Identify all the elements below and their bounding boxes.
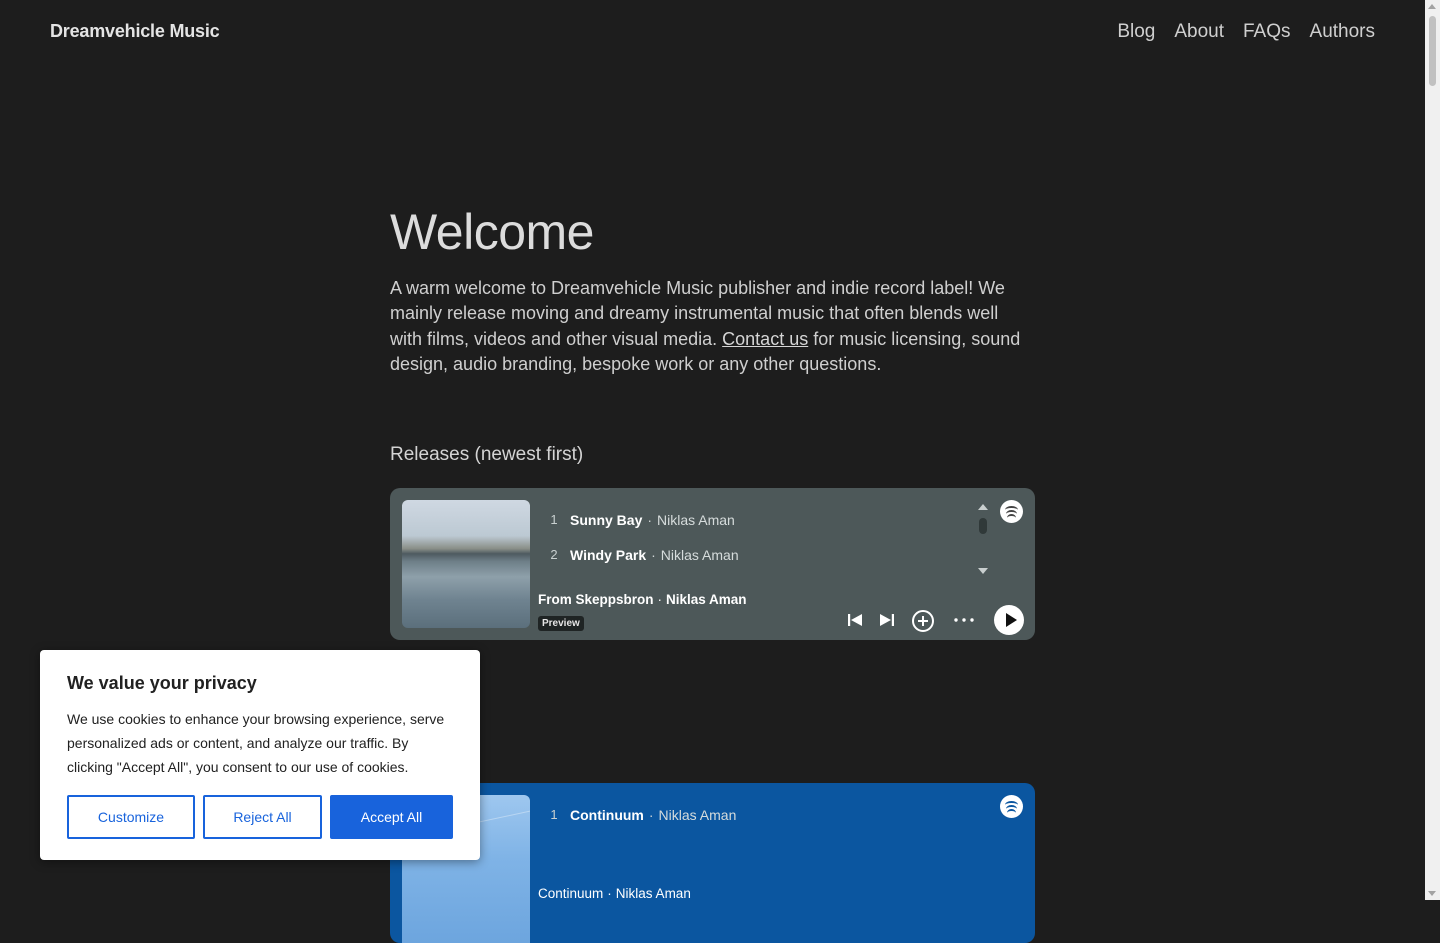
album-separator: · (657, 592, 663, 607)
tracklist-scrollbar-thumb[interactable] (979, 518, 987, 534)
more-horizontal-icon[interactable] (953, 611, 975, 629)
customize-button[interactable]: Customize (67, 795, 195, 839)
spotify-embed-player: 1 Sunny Bay · Niklas Aman 2 Windy Park ·… (390, 488, 1035, 640)
site-header: Dreamvehicle Music Blog About FAQs Autho… (0, 0, 1425, 66)
add-circle-icon[interactable] (911, 609, 935, 633)
track-row[interactable]: 2 Windy Park · Niklas Aman (538, 537, 978, 572)
intro-paragraph: A warm welcome to Dreamvehicle Music pub… (390, 276, 1035, 378)
track-row[interactable]: 1 Sunny Bay · Niklas Aman (538, 502, 978, 537)
track-row[interactable]: 1 Continuum · Niklas Aman (538, 797, 978, 832)
album-info: Continuum · Niklas Aman (538, 886, 691, 901)
album-title[interactable]: Continuum (538, 886, 603, 901)
track-separator: · (647, 511, 653, 528)
album-title[interactable]: From Skeppsbron (538, 592, 654, 607)
track-artist[interactable]: Niklas Aman (659, 807, 737, 823)
album-cover-image[interactable] (402, 500, 530, 628)
scroll-up-arrow-icon[interactable] (1428, 4, 1436, 9)
album-info: From Skeppsbron · Niklas Aman (538, 592, 747, 607)
track-artist[interactable]: Niklas Aman (661, 547, 739, 563)
nav-link-faqs[interactable]: FAQs (1243, 21, 1291, 43)
page-title: Welcome (390, 204, 594, 260)
spotify-embed-player: 1 Continuum · Niklas Aman Continuum · Nikl… (390, 783, 1035, 943)
tracklist-scroll-down-icon[interactable] (978, 568, 988, 574)
releases-heading: Releases (newest first) (390, 444, 584, 465)
accept-all-button[interactable]: Accept All (330, 795, 453, 839)
tracklist: 1 Sunny Bay · Niklas Aman 2 Windy Park ·… (538, 502, 978, 572)
track-title: Windy Park (570, 546, 647, 563)
track-number: 1 (550, 807, 558, 822)
track-artist[interactable]: Niklas Aman (657, 512, 735, 528)
tracklist: 1 Continuum · Niklas Aman (538, 797, 978, 832)
track-number: 2 (550, 547, 558, 562)
play-icon[interactable] (994, 605, 1024, 635)
nav-link-about[interactable]: About (1174, 21, 1224, 43)
cookie-consent-banner: We value your privacy We use cookies to … (40, 650, 480, 860)
spotify-logo-icon[interactable] (1000, 795, 1023, 818)
track-title: Sunny Bay (570, 511, 643, 528)
track-separator: · (648, 806, 654, 823)
skip-next-icon[interactable] (878, 611, 896, 629)
cookie-title: We value your privacy (67, 673, 257, 693)
reject-all-button[interactable]: Reject All (203, 795, 322, 839)
cookie-description: We use cookies to enhance your browsing … (67, 711, 445, 775)
album-separator: · (607, 886, 612, 901)
skip-previous-icon[interactable] (846, 611, 864, 629)
nav-link-authors[interactable]: Authors (1310, 21, 1375, 43)
scrollbar-thumb[interactable] (1429, 16, 1436, 86)
scroll-down-arrow-icon[interactable] (1428, 891, 1436, 896)
track-separator: · (651, 546, 656, 563)
spotify-logo-icon[interactable] (1000, 500, 1023, 523)
spotify-wave (1007, 514, 1016, 522)
album-artist[interactable]: Niklas Aman (616, 886, 691, 901)
album-artist[interactable]: Niklas Aman (666, 592, 747, 607)
spotify-wave (1007, 809, 1016, 817)
track-title: Continuum (570, 806, 644, 823)
contact-us-link[interactable]: Contact us (722, 329, 808, 349)
site-brand[interactable]: Dreamvehicle Music (50, 21, 220, 42)
main-nav: Blog About FAQs Authors (1117, 21, 1375, 43)
preview-badge: Preview (538, 616, 584, 631)
main-content: Welcome A warm welcome to Dreamvehicle M… (390, 200, 1035, 465)
page-scrollbar[interactable] (1425, 0, 1440, 900)
track-number: 1 (550, 512, 558, 527)
tracklist-scroll-up-icon[interactable] (978, 504, 988, 510)
nav-link-blog[interactable]: Blog (1117, 21, 1155, 43)
